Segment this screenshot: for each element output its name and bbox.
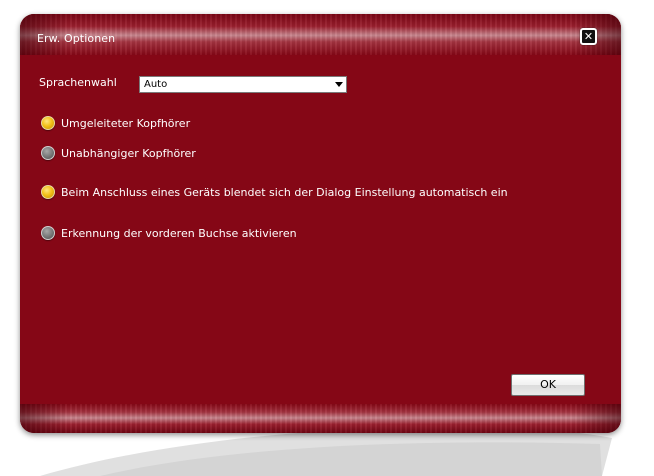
close-icon: ✕ xyxy=(583,30,594,43)
language-selected-value: Auto xyxy=(144,79,168,90)
option-independent-headphone[interactable]: Unabhängiger Kopfhörer xyxy=(41,145,196,161)
radio-icon[interactable] xyxy=(41,146,55,160)
radio-icon[interactable] xyxy=(41,226,55,240)
ok-button[interactable]: OK xyxy=(511,374,585,396)
option-redirected-headphone[interactable]: Umgeleiteter Kopfhörer xyxy=(41,115,190,131)
close-button[interactable]: ✕ xyxy=(580,28,597,45)
option-label: Umgeleiteter Kopfhörer xyxy=(61,116,191,130)
option-auto-popup-dialog[interactable]: Beim Anschluss eines Geräts blendet sich… xyxy=(41,184,508,200)
option-front-jack-detection[interactable]: Erkennung der vorderen Buchse aktivieren xyxy=(41,225,297,241)
language-dropdown[interactable]: Auto xyxy=(139,76,347,93)
dialog-title: Erw. Optionen xyxy=(37,32,116,45)
option-label: Unabhängiger Kopfhörer xyxy=(61,146,196,160)
option-label: Erkennung der vorderen Buchse aktivieren xyxy=(61,226,297,240)
radio-icon[interactable] xyxy=(41,185,55,199)
radio-icon[interactable] xyxy=(41,116,55,130)
chevron-down-icon[interactable] xyxy=(335,82,343,87)
option-label: Beim Anschluss eines Geräts blendet sich… xyxy=(61,185,508,199)
options-dialog: Erw. Optionen ✕ Sprachenwahl Auto Umgele… xyxy=(20,14,621,433)
language-label: Sprachenwahl xyxy=(39,76,117,89)
title-bar[interactable]: Erw. Optionen ✕ xyxy=(20,14,621,55)
footer-bar xyxy=(20,404,621,433)
